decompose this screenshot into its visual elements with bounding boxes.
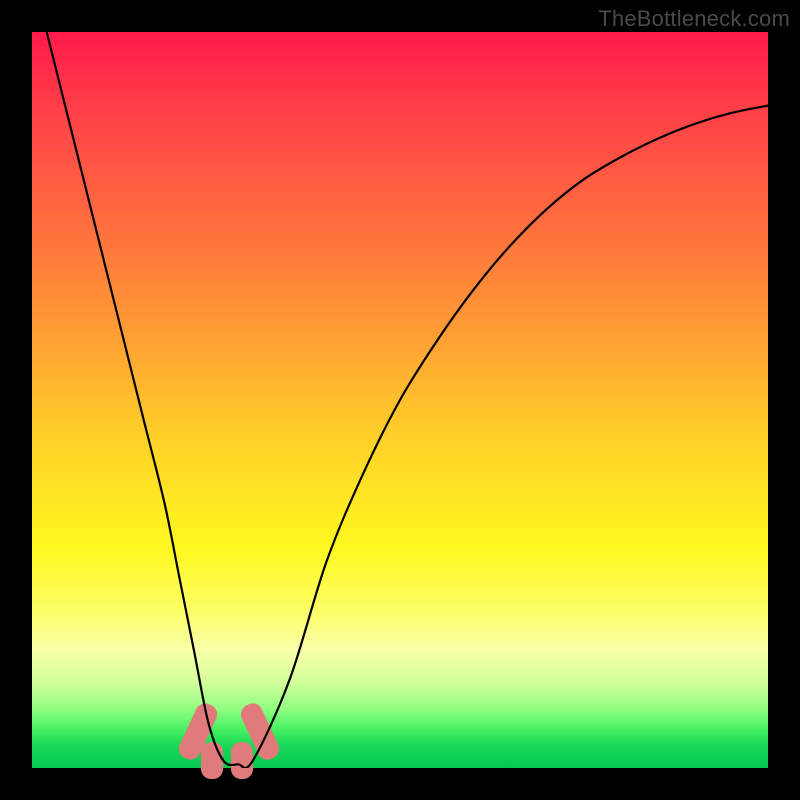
plot-area [32, 32, 768, 768]
watermark-text: TheBottleneck.com [598, 6, 790, 32]
bottleneck-curve [32, 32, 768, 768]
curve-path [47, 32, 768, 768]
